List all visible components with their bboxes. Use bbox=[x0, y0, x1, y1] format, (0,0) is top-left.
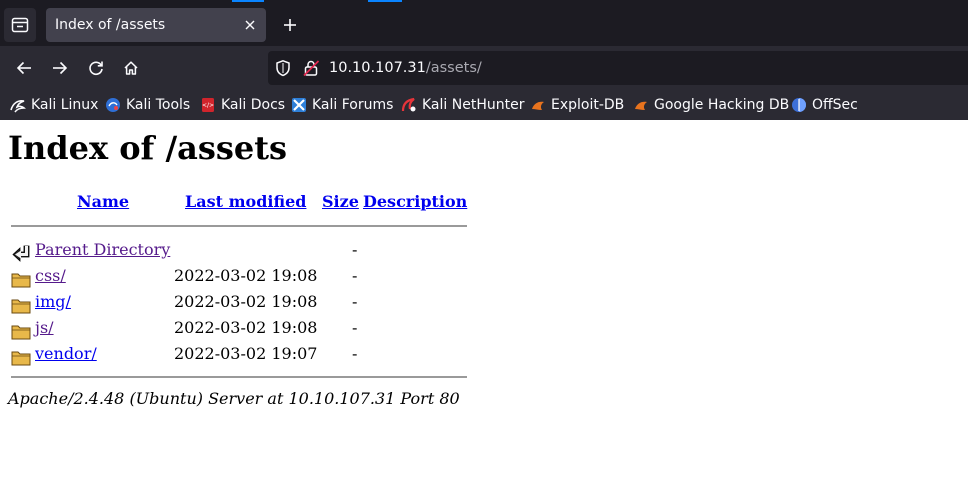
ghdb-icon bbox=[635, 101, 647, 110]
size-cell: - bbox=[352, 292, 358, 311]
last-modified-cell: 2022-03-02 19:07 bbox=[174, 344, 318, 363]
size-cell: - bbox=[352, 318, 358, 337]
kali-dragon-icon bbox=[10, 100, 26, 113]
tab-indicator bbox=[368, 0, 402, 2]
kali-tools-icon bbox=[106, 98, 120, 112]
table-row: Parent Directory - bbox=[0, 238, 500, 264]
size-cell: - bbox=[352, 344, 358, 363]
exploit-db-icon bbox=[532, 101, 544, 110]
home-button[interactable] bbox=[117, 54, 145, 82]
bookmark-kali-docs[interactable]: </> Kali Docs bbox=[200, 94, 285, 116]
last-modified-cell: 2022-03-02 19:08 bbox=[174, 292, 318, 311]
bookmarks-toolbar: Kali Linux Kali Tools </> Kali Docs Kali… bbox=[0, 90, 968, 120]
bookmark-kali-forums[interactable]: Kali Forums bbox=[291, 94, 393, 116]
column-header-size[interactable]: Size bbox=[322, 192, 359, 211]
url-text[interactable]: 10.10.107.31/assets/ bbox=[329, 51, 482, 85]
last-modified-cell: 2022-03-02 19:08 bbox=[174, 318, 318, 337]
back-arrow-icon bbox=[16, 61, 31, 75]
folder-icon bbox=[11, 325, 31, 340]
bookmark-label: Kali NetHunter bbox=[422, 97, 525, 113]
kali-docs-icon: </> bbox=[202, 98, 214, 112]
plus-icon bbox=[284, 19, 296, 31]
size-cell: - bbox=[352, 266, 358, 285]
folder-icon bbox=[11, 299, 31, 314]
tab-title: Index of /assets bbox=[55, 17, 166, 33]
directory-link-css[interactable]: css/ bbox=[35, 266, 66, 285]
folder-icon bbox=[11, 351, 31, 366]
last-modified-cell: 2022-03-02 19:08 bbox=[174, 266, 318, 285]
bookmark-label: OffSec bbox=[812, 97, 858, 113]
directory-link-vendor[interactable]: vendor/ bbox=[35, 344, 97, 363]
url-path: /assets/ bbox=[425, 60, 482, 76]
bookmark-exploit-db[interactable]: Exploit-DB bbox=[530, 94, 624, 116]
table-row: js/ 2022-03-02 19:08 - bbox=[0, 316, 500, 342]
column-header-last-modified[interactable]: Last modified bbox=[185, 192, 306, 211]
column-header-name[interactable]: Name bbox=[77, 192, 129, 211]
size-cell: - bbox=[352, 240, 358, 259]
bookmark-label: Google Hacking DB bbox=[654, 97, 790, 113]
browser-chrome: Index of /assets 10.10.107.31/assets/ Ka… bbox=[0, 0, 968, 120]
back-arrow-icon bbox=[12, 245, 30, 262]
offsec-icon bbox=[792, 98, 806, 112]
bookmark-kali-linux[interactable]: Kali Linux bbox=[10, 94, 98, 116]
new-tab-button[interactable] bbox=[276, 10, 304, 40]
server-signature: Apache/2.4.48 (Ubuntu) Server at 10.10.1… bbox=[8, 389, 460, 408]
bookmark-label: Kali Forums bbox=[312, 97, 394, 113]
kali-forums-icon bbox=[292, 98, 306, 112]
back-button[interactable] bbox=[10, 54, 38, 82]
folder-icon bbox=[11, 273, 31, 288]
tracking-protection-shield-icon[interactable] bbox=[274, 59, 292, 77]
forward-button[interactable] bbox=[46, 54, 74, 82]
reload-button[interactable] bbox=[82, 54, 110, 82]
bookmark-label: Exploit-DB bbox=[551, 97, 625, 113]
parent-directory-link[interactable]: Parent Directory bbox=[35, 240, 170, 259]
close-tab-button[interactable] bbox=[242, 17, 258, 33]
footer-divider bbox=[11, 376, 467, 378]
svg-text:</>: </> bbox=[202, 102, 214, 109]
nethunter-icon bbox=[401, 97, 416, 112]
table-row: img/ 2022-03-02 19:08 - bbox=[0, 290, 500, 316]
insecure-lock-icon[interactable] bbox=[302, 59, 320, 77]
directory-link-js[interactable]: js/ bbox=[35, 318, 54, 337]
tab-strip: Index of /assets bbox=[0, 0, 968, 46]
directory-link-img[interactable]: img/ bbox=[35, 292, 71, 311]
active-tab[interactable]: Index of /assets bbox=[46, 8, 266, 42]
address-bar[interactable]: 10.10.107.31/assets/ bbox=[268, 51, 968, 85]
forward-arrow-icon bbox=[53, 61, 68, 75]
bookmark-label: Kali Linux bbox=[31, 97, 99, 113]
reload-icon bbox=[89, 61, 103, 76]
bookmark-offsec[interactable]: OffSec bbox=[791, 94, 858, 116]
column-header-description[interactable]: Description bbox=[363, 192, 467, 211]
bookmark-label: Kali Docs bbox=[221, 97, 286, 113]
table-row: css/ 2022-03-02 19:08 - bbox=[0, 264, 500, 290]
bookmark-label: Kali Tools bbox=[126, 97, 191, 113]
tab-list-icon bbox=[11, 17, 29, 33]
tab-indicator bbox=[232, 0, 264, 2]
close-icon bbox=[245, 20, 255, 30]
home-icon bbox=[124, 61, 138, 75]
directory-listing-page: Index of /assets Name Last modified Size… bbox=[0, 120, 968, 487]
header-divider bbox=[11, 225, 467, 227]
table-row: vendor/ 2022-03-02 19:07 - bbox=[0, 342, 500, 368]
url-host: 10.10.107.31 bbox=[329, 60, 426, 76]
bookmark-kali-nethunter[interactable]: Kali NetHunter bbox=[401, 94, 524, 116]
bookmark-kali-tools[interactable]: Kali Tools bbox=[105, 94, 190, 116]
bookmark-google-hacking-db[interactable]: Google Hacking DB bbox=[633, 94, 789, 116]
navigation-toolbar: 10.10.107.31/assets/ bbox=[0, 46, 968, 90]
list-all-tabs-button[interactable] bbox=[4, 8, 36, 42]
page-title: Index of /assets bbox=[8, 129, 288, 167]
